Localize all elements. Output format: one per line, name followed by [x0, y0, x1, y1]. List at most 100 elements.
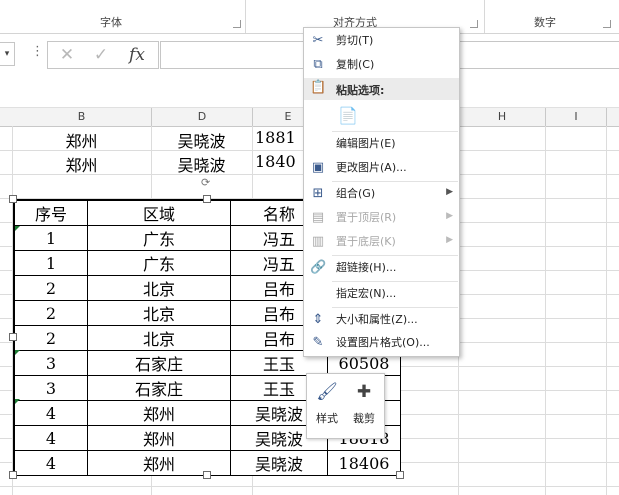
- cell-e1[interactable]: 1881: [255, 128, 303, 147]
- hyperlink-icon: 🔗: [310, 260, 327, 275]
- table-cell: 4: [14, 425, 88, 451]
- table-cell: 石家庄: [87, 350, 231, 376]
- menu-item-format-picture[interactable]: ✎ 设置图片格式(O)...: [304, 331, 459, 355]
- rotate-handle-icon[interactable]: ⟳: [201, 176, 210, 189]
- resize-handle[interactable]: [9, 471, 17, 479]
- number-dialog-launcher-icon[interactable]: [603, 20, 611, 28]
- format-picture-icon: ✎: [312, 335, 324, 350]
- column-header-d[interactable]: D: [152, 108, 253, 126]
- menu-item-label: 剪切(T): [336, 34, 374, 47]
- size-properties-icon: ⇕: [312, 312, 324, 327]
- menu-item-label: 组合(G): [336, 187, 376, 200]
- error-indicator-icon: [15, 399, 20, 404]
- column-header-b[interactable]: B: [12, 108, 152, 126]
- formula-buttons: ✕ ✓ fx: [47, 41, 159, 69]
- column-header-h[interactable]: H: [459, 108, 546, 126]
- menu-item-assign-macro[interactable]: 指定宏(N)...: [304, 282, 459, 306]
- paste-options-header: 📋 粘贴选项:: [304, 78, 459, 100]
- menu-item-size-properties[interactable]: ⇕ 大小和属性(Z)...: [304, 308, 459, 332]
- table-cell: 广东: [87, 250, 231, 276]
- scissors-icon: ✂: [312, 33, 324, 48]
- menu-item-send-to-back: ▥ 置于底层(K) ▶: [304, 230, 459, 254]
- alignment-dialog-launcher-icon[interactable]: [470, 20, 478, 28]
- menu-item-label: 超链接(H)...: [336, 261, 397, 274]
- style-button[interactable]: 🖌 样式: [308, 374, 346, 438]
- menu-item-cut[interactable]: ✂ 剪切(T): [304, 29, 459, 53]
- style-button-label: 样式: [316, 412, 338, 425]
- table-cell: 石家庄: [87, 375, 231, 401]
- copy-icon: ⧉: [313, 57, 323, 72]
- bring-front-icon: ▤: [311, 210, 325, 225]
- formula-bar-grip-icon[interactable]: ⋮: [31, 44, 44, 59]
- send-back-icon: ▥: [311, 234, 325, 249]
- table-cell: 郑州: [87, 400, 231, 426]
- menu-item-edit-picture[interactable]: 编辑图片(E): [304, 132, 459, 156]
- ribbon-group-number: 数字: [534, 16, 556, 29]
- picture-style-icon: 🖌: [316, 382, 338, 402]
- cell-b1[interactable]: 郑州: [12, 128, 151, 152]
- table-header: 区域: [87, 200, 231, 226]
- table-cell: 北京: [87, 275, 231, 301]
- cancel-icon[interactable]: ✕: [52, 42, 82, 68]
- error-indicator-icon: [15, 226, 20, 231]
- crop-icon: ✚: [356, 382, 372, 402]
- insert-function-icon[interactable]: fx: [122, 42, 152, 68]
- error-indicator-icon: [15, 350, 20, 355]
- table-cell: 4: [14, 400, 88, 426]
- name-box-dropdown-icon[interactable]: ▾: [0, 42, 15, 66]
- menu-item-bring-to-front: ▤ 置于顶层(R) ▶: [304, 206, 459, 230]
- table-cell: 广东: [87, 225, 231, 251]
- table-header: 序号: [14, 200, 88, 226]
- submenu-arrow-icon: ▶: [446, 235, 453, 245]
- enter-icon[interactable]: ✓: [86, 42, 116, 68]
- table-cell: 1: [14, 250, 88, 276]
- font-dialog-launcher-icon[interactable]: [233, 20, 241, 28]
- menu-item-label: 指定宏(N)...: [336, 287, 397, 300]
- ribbon-divider: [484, 0, 485, 33]
- cell-e2[interactable]: 1840: [255, 152, 303, 171]
- resize-handle[interactable]: [396, 471, 404, 479]
- table-cell: 吴晓波: [230, 450, 328, 476]
- cell-d2[interactable]: 吴晓波: [151, 152, 252, 176]
- table-cell: 3: [14, 350, 88, 376]
- table-cell: 3: [14, 375, 88, 401]
- menu-item-label: 更改图片(A)...: [336, 161, 407, 174]
- menu-item-hyperlink[interactable]: 🔗 超链接(H)...: [304, 256, 459, 280]
- menu-item-group[interactable]: ⊞ 组合(G) ▶: [304, 182, 459, 206]
- crop-button[interactable]: ✚ 裁剪: [345, 374, 383, 438]
- resize-handle[interactable]: [9, 195, 17, 203]
- table-cell: 2: [14, 325, 88, 351]
- grid-line: [545, 126, 546, 495]
- context-menu: ✂ 剪切(T) ⧉ 复制(C) 📋 粘贴选项: 📄 编辑图片(E) ▣ 更改图片…: [303, 27, 460, 357]
- menu-item-change-picture[interactable]: ▣ 更改图片(A)...: [304, 156, 459, 180]
- cell-d1[interactable]: 吴晓波: [151, 128, 252, 152]
- paste-icon: 📋: [310, 80, 327, 95]
- table-cell: 4: [14, 450, 88, 476]
- menu-item-copy[interactable]: ⧉ 复制(C): [304, 53, 459, 77]
- cell-b2[interactable]: 郑州: [12, 152, 151, 176]
- ribbon-divider: [245, 0, 246, 33]
- menu-item-label: 置于顶层(R): [336, 211, 397, 224]
- submenu-arrow-icon: ▶: [446, 211, 453, 221]
- grid-line: [0, 486, 619, 487]
- mini-toolbar: 🖌 样式 ✚ 裁剪: [306, 373, 385, 439]
- menu-item-label: 大小和属性(Z)...: [336, 313, 418, 326]
- menu-item-label: 置于底层(K): [336, 235, 396, 248]
- table-cell: 1: [14, 225, 88, 251]
- paste-options-label: 粘贴选项:: [336, 84, 385, 97]
- table-cell: 2: [14, 300, 88, 326]
- change-picture-icon: ▣: [311, 160, 325, 175]
- table-cell: 郑州: [87, 425, 231, 451]
- resize-handle[interactable]: [203, 195, 211, 203]
- ribbon-group-font: 字体: [100, 16, 122, 29]
- resize-handle[interactable]: [9, 333, 17, 341]
- column-header-i[interactable]: I: [546, 108, 607, 126]
- resize-handle[interactable]: [203, 471, 211, 479]
- grid-line: [606, 126, 607, 495]
- submenu-arrow-icon: ▶: [446, 187, 453, 197]
- menu-item-label: 编辑图片(E): [336, 137, 396, 150]
- crop-button-label: 裁剪: [353, 412, 375, 425]
- table-cell: 北京: [87, 325, 231, 351]
- menu-item-label: 复制(C): [336, 58, 375, 71]
- paste-as-picture-icon[interactable]: 📄: [336, 104, 360, 128]
